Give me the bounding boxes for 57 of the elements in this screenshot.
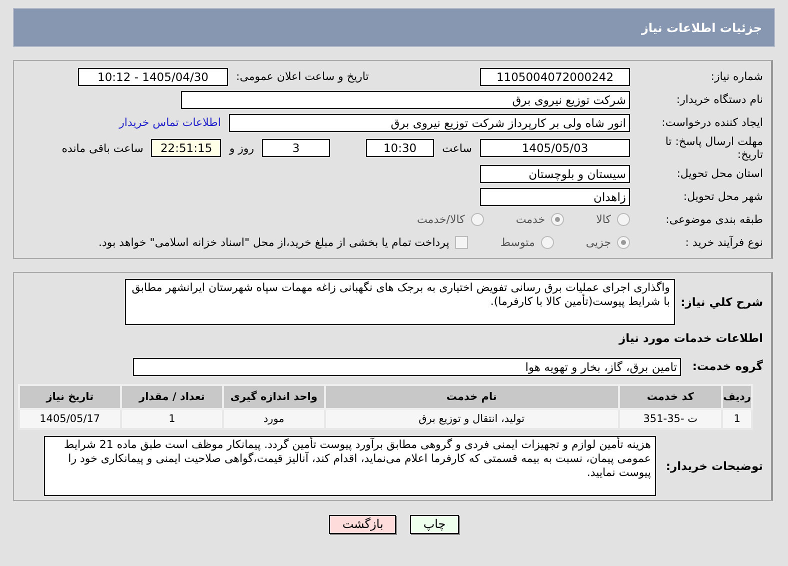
field-label: شهر محل تحویل: bbox=[682, 190, 764, 203]
column-header: کد خدمت bbox=[618, 385, 722, 409]
province-field: سیستان و بلوچستان bbox=[480, 164, 630, 182]
field-label: گروه خدمت: bbox=[693, 360, 764, 373]
field-label: ساعت باقی مانده bbox=[62, 142, 144, 154]
field-label: شرح کلي نیاز: bbox=[680, 296, 764, 308]
need-number-field: 1105004072000242 bbox=[480, 68, 630, 86]
page-title: جزئیات اطلاعات نیاز bbox=[641, 20, 762, 34]
column-header: ردیف bbox=[722, 385, 752, 409]
field-label: شماره نیاز: bbox=[710, 70, 764, 83]
announce-date-field: 1405/04/30 - 10:12 bbox=[78, 68, 228, 86]
remaining-time-field: 22:51:15 bbox=[151, 139, 222, 157]
radio-button[interactable] bbox=[617, 213, 630, 226]
checkbox[interactable] bbox=[455, 236, 468, 249]
radio-label: خدمت bbox=[516, 213, 546, 226]
table-cell: ت -35-351 bbox=[618, 409, 722, 429]
table-cell: 1 bbox=[722, 409, 752, 429]
creator-field: انور شاه ولی بر کارپرداز شرکت توزیع نیروی برق bbox=[229, 114, 630, 132]
city-field: زاهدان bbox=[480, 188, 630, 206]
radio-label: کالا bbox=[596, 213, 611, 226]
days-field: 3 bbox=[262, 139, 330, 157]
column-header: نام خدمت bbox=[324, 385, 619, 409]
buyer-field: شرکت توزیع نیروی برق bbox=[181, 90, 630, 108]
column-header: واحد اندازه گیری bbox=[223, 385, 325, 409]
table-cell: 1405/05/17 bbox=[19, 409, 121, 429]
field-label: ایجاد کننده درخواست: bbox=[660, 116, 764, 129]
field-label: مهلت ارسال پاسخ: تا تاریخ: bbox=[664, 135, 764, 161]
table-cell: 1 bbox=[120, 409, 224, 429]
field-label: توضیحات خریدار: bbox=[664, 460, 764, 472]
radio-button[interactable] bbox=[540, 236, 554, 249]
field-label: تاریخ و ساعت اعلان عمومی: bbox=[236, 70, 369, 83]
field-label: نام دستگاه خریدار: bbox=[675, 93, 764, 106]
table-cell: تولید، انتقال و توزیع برق bbox=[324, 409, 619, 429]
print-button[interactable]: چاپ bbox=[410, 515, 459, 534]
radio-button[interactable] bbox=[551, 213, 564, 226]
section-heading: اطلاعات خدمات مورد نیاز bbox=[619, 331, 764, 345]
buyer-notes-field: هزینه تأمین لوازم و تجهیزات ایمنی فردی و گروهی مطابق برآورد پیوست تأمین گردد. پیمانکار موظف است طبق ماده 21 شرایط عمومی پیمان، نسبت به بیمه قسمتی که کارفرما اعلام می‌نماید، اقدام کند، آنالیز قیمت،گواهی صلاحیت ایمنی و پیمانکاری خود را پیوست نمایید. bbox=[44, 436, 656, 496]
radio-label: متوسط bbox=[500, 236, 535, 249]
radio-button[interactable] bbox=[470, 213, 484, 226]
back-button[interactable]: بازگشت bbox=[329, 515, 396, 534]
description-field: واگذاری اجرای عملیات برق رسانی تفویض اختیاری به برجک های نگهبانی زاغه مهمات سپاه شهرستان ایرانشهر مطابق با شرایط پیوست(تأمین کالا با کارفرما). bbox=[125, 279, 675, 325]
field-label: استان محل تحویل: bbox=[676, 167, 764, 180]
radio-label: کالا/خدمت bbox=[417, 213, 465, 226]
deadline-date-field: 1405/05/03 bbox=[480, 139, 630, 157]
checkbox-label: پرداخت تمام یا بخشی از مبلغ خرید،از محل "اسناد خزانه اسلامی" خواهد بود. bbox=[98, 236, 450, 249]
deadline-time-field: 10:30 bbox=[366, 139, 434, 157]
contact-link[interactable]: اطلاعات تماس خریدار bbox=[119, 116, 221, 129]
field-label: روز و bbox=[229, 142, 254, 154]
field-label: نوع فرآیند خرید : bbox=[684, 236, 764, 249]
service-group-field: تامین برق، گاز، بخار و تهویه هوا bbox=[133, 358, 681, 376]
column-header: تعداد / مقدار bbox=[120, 385, 224, 409]
radio-button[interactable] bbox=[617, 236, 630, 249]
column-header: تاریخ نیاز bbox=[19, 385, 121, 409]
field-label: طبقه بندی موضوعی: bbox=[664, 213, 764, 226]
table-cell: مورد bbox=[223, 409, 325, 429]
field-label: ساعت bbox=[442, 142, 472, 154]
radio-label: جزیی bbox=[586, 236, 611, 249]
